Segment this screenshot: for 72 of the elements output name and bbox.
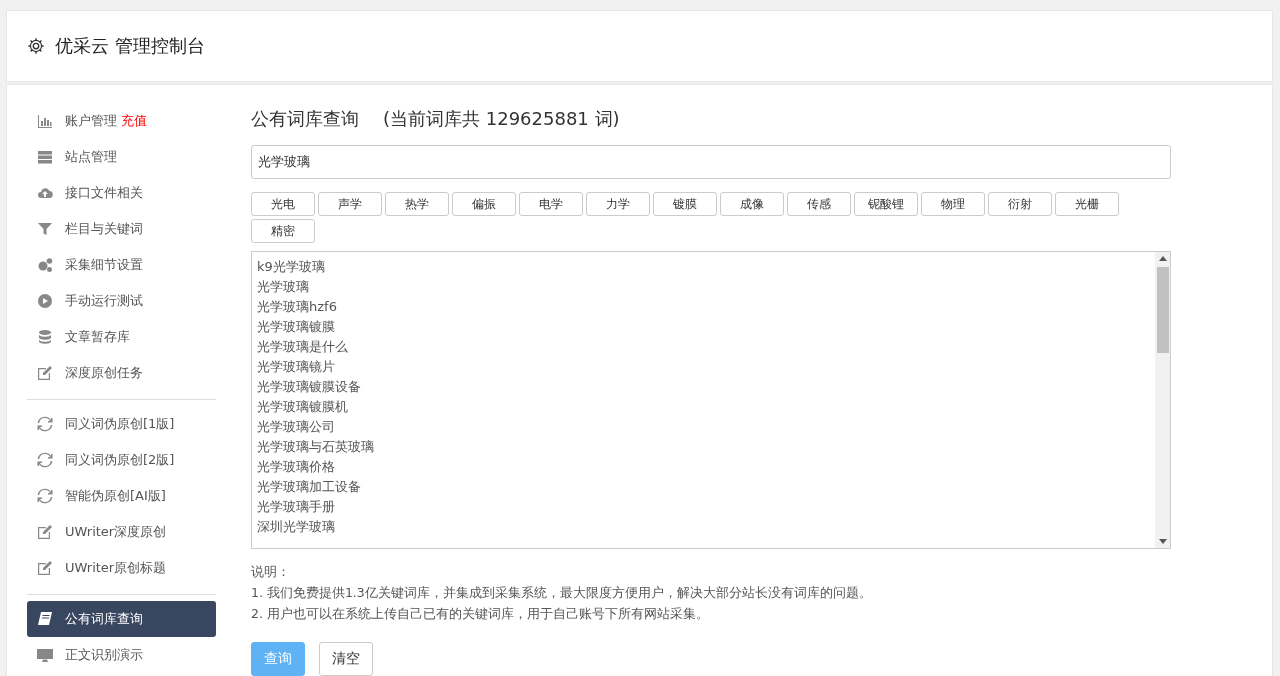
result-item[interactable]: 光学玻璃加工设备 [257, 477, 1150, 497]
result-item[interactable]: 光学玻璃价格 [257, 457, 1150, 477]
tag-button[interactable]: 镀膜 [653, 192, 717, 216]
result-item[interactable]: 光学玻璃 [257, 277, 1150, 297]
down-arrow-icon [1158, 539, 1167, 544]
edit-icon [37, 560, 53, 576]
page-title: 公有词库查询 [251, 107, 359, 131]
filter-icon [37, 221, 53, 237]
monitor-icon [37, 647, 53, 663]
tag-button[interactable]: 传感 [787, 192, 851, 216]
sidebar-item[interactable]: 深度原创任务 [27, 355, 216, 391]
play-icon [37, 293, 53, 309]
recharge-link[interactable]: 充值 [121, 112, 147, 130]
tag-button[interactable]: 光电 [251, 192, 315, 216]
chart-icon [37, 113, 53, 129]
edit-icon [37, 365, 53, 381]
sidebar-item[interactable]: 栏目与关键词 [27, 211, 216, 247]
result-item[interactable]: 深圳光学玻璃 [257, 517, 1150, 537]
settings-icon [27, 37, 45, 55]
refresh-icon [37, 488, 53, 504]
tag-button[interactable]: 光栅 [1055, 192, 1119, 216]
result-item[interactable]: 光学玻璃手册 [257, 497, 1150, 517]
sidebar-item[interactable]: 正文识别演示 [27, 637, 216, 673]
server-icon [37, 149, 53, 165]
sidebar-item[interactable]: 文章暂存库 [27, 319, 216, 355]
sidebar-item[interactable]: 同义词伪原创[2版] [27, 442, 216, 478]
sidebar-item[interactable]: 同义词伪原创[1版] [27, 406, 216, 442]
sidebar-item[interactable]: 手动运行测试 [27, 283, 216, 319]
tag-button[interactable]: 声学 [318, 192, 382, 216]
note-text: 1. 我们免费提供1.3亿关键词库，并集成到采集系统，最大限度方便用户，解决大部分站长没有词库的问题。 [251, 584, 873, 602]
result-item[interactable]: 光学玻璃与石英玻璃 [257, 437, 1150, 457]
cloud-icon [37, 185, 53, 201]
tag-button[interactable]: 衍射 [988, 192, 1052, 216]
result-item[interactable]: 光学玻璃镀膜 [257, 317, 1150, 337]
clear-button[interactable]: 清空 [319, 642, 373, 676]
result-item[interactable]: k9光学玻璃 [257, 257, 1150, 277]
sidebar-item[interactable]: 站点管理 [27, 139, 216, 175]
tag-button[interactable]: 热学 [385, 192, 449, 216]
note-text: 说明： [251, 563, 291, 581]
edit-icon [37, 524, 53, 540]
sidebar-item[interactable]: 账户管理 充值 [27, 103, 216, 139]
refresh-icon [37, 416, 53, 432]
note-text: 2. 用户也可以在系统上传自己已有的关键词库，用于自己账号下所有网站采集。 [251, 605, 710, 623]
result-item[interactable]: 光学玻璃镜片 [257, 357, 1150, 377]
tag-button[interactable]: 电学 [519, 192, 583, 216]
result-item[interactable]: 光学玻璃hzf6 [257, 297, 1150, 317]
scrollbar[interactable] [1155, 252, 1170, 548]
database-icon [37, 329, 53, 345]
tag-button[interactable]: 力学 [586, 192, 650, 216]
gears-icon [37, 257, 53, 273]
refresh-icon [37, 452, 53, 468]
tag-button[interactable]: 精密 [251, 219, 315, 243]
search-field[interactable]: 光学玻璃 [251, 145, 1171, 179]
tag-button[interactable]: 物理 [921, 192, 985, 216]
sidebar-item[interactable]: 采集细节设置 [27, 247, 216, 283]
book-icon [37, 611, 53, 627]
sidebar-item[interactable]: 接口文件相关 [27, 175, 216, 211]
result-item[interactable]: 光学玻璃镀膜设备 [257, 377, 1150, 397]
tag-button[interactable]: 偏振 [452, 192, 516, 216]
result-item[interactable]: 光学玻璃公司 [257, 417, 1150, 437]
app-title: 优采云 管理控制台 [55, 34, 205, 58]
sidebar-item[interactable]: 公有词库查询 [27, 601, 216, 637]
result-item[interactable]: 光学玻璃镀膜机 [257, 397, 1150, 417]
scrollbar-thumb[interactable] [1156, 267, 1169, 353]
tag-button[interactable]: 成像 [720, 192, 784, 216]
result-item[interactable]: 光学玻璃是什么 [257, 337, 1150, 357]
sidebar-item[interactable]: 智能伪原创[AI版] [27, 478, 216, 514]
word-count: (当前词库共 129625881 词) [383, 107, 620, 131]
tag-button[interactable]: 铌酸锂 [854, 192, 918, 216]
sidebar-item[interactable]: UWriter深度原创 [27, 514, 216, 550]
up-arrow-icon [1158, 256, 1167, 261]
sidebar-item[interactable]: UWriter原创标题 [27, 550, 216, 586]
